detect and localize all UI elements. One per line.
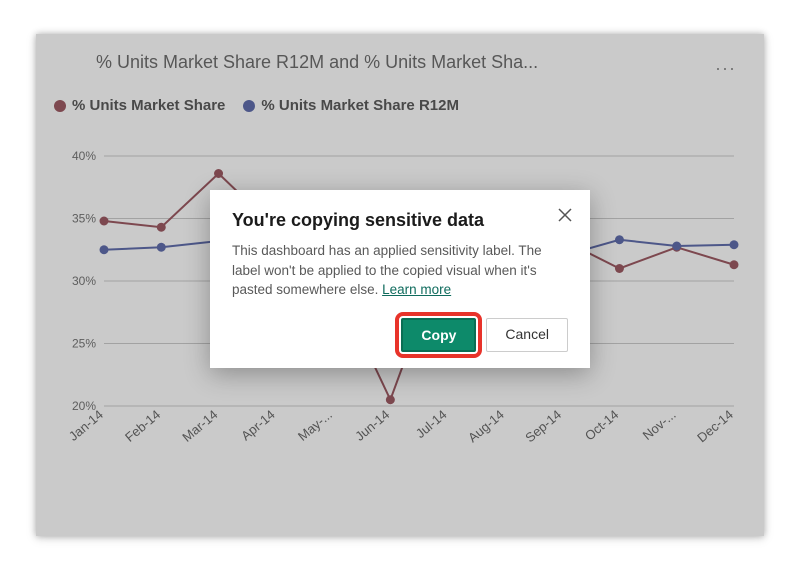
more-options-icon[interactable]: ···	[715, 58, 736, 79]
svg-text:Feb-14: Feb-14	[122, 407, 163, 445]
legend-label: % Units Market Share	[72, 97, 225, 114]
cancel-button[interactable]: Cancel	[486, 318, 568, 352]
svg-text:May-...: May-...	[295, 407, 335, 444]
legend-item[interactable]: % Units Market Share R12M	[243, 97, 459, 114]
svg-text:30%: 30%	[72, 274, 96, 288]
svg-text:Jun-14: Jun-14	[352, 407, 392, 444]
chart-title: % Units Market Share R12M and % Units Ma…	[36, 34, 764, 73]
svg-text:Jul-14: Jul-14	[413, 407, 450, 441]
legend-item[interactable]: % Units Market Share	[54, 97, 225, 114]
dialog-title: You're copying sensitive data	[232, 210, 568, 231]
dialog-actions: Copy Cancel	[232, 318, 568, 352]
svg-text:Dec-14: Dec-14	[694, 407, 736, 445]
svg-text:40%: 40%	[72, 149, 96, 163]
svg-text:Nov-...: Nov-...	[640, 407, 679, 443]
svg-text:Aug-14: Aug-14	[465, 407, 507, 445]
svg-text:35%: 35%	[72, 212, 96, 226]
svg-text:Oct-14: Oct-14	[582, 407, 622, 444]
dialog-body: This dashboard has an applied sensitivit…	[232, 241, 568, 300]
svg-text:Mar-14: Mar-14	[179, 407, 220, 445]
chart-legend: % Units Market Share % Units Market Shar…	[36, 73, 764, 114]
close-icon[interactable]	[558, 208, 572, 227]
svg-text:25%: 25%	[72, 337, 96, 351]
copy-button[interactable]: Copy	[401, 318, 476, 352]
legend-dot-icon	[54, 100, 66, 112]
legend-dot-icon	[243, 100, 255, 112]
learn-more-link[interactable]: Learn more	[382, 282, 451, 297]
svg-text:Sep-14: Sep-14	[522, 407, 564, 445]
legend-label: % Units Market Share R12M	[261, 97, 459, 114]
sensitive-data-dialog: You're copying sensitive data This dashb…	[210, 190, 590, 368]
svg-text:Apr-14: Apr-14	[238, 407, 278, 444]
